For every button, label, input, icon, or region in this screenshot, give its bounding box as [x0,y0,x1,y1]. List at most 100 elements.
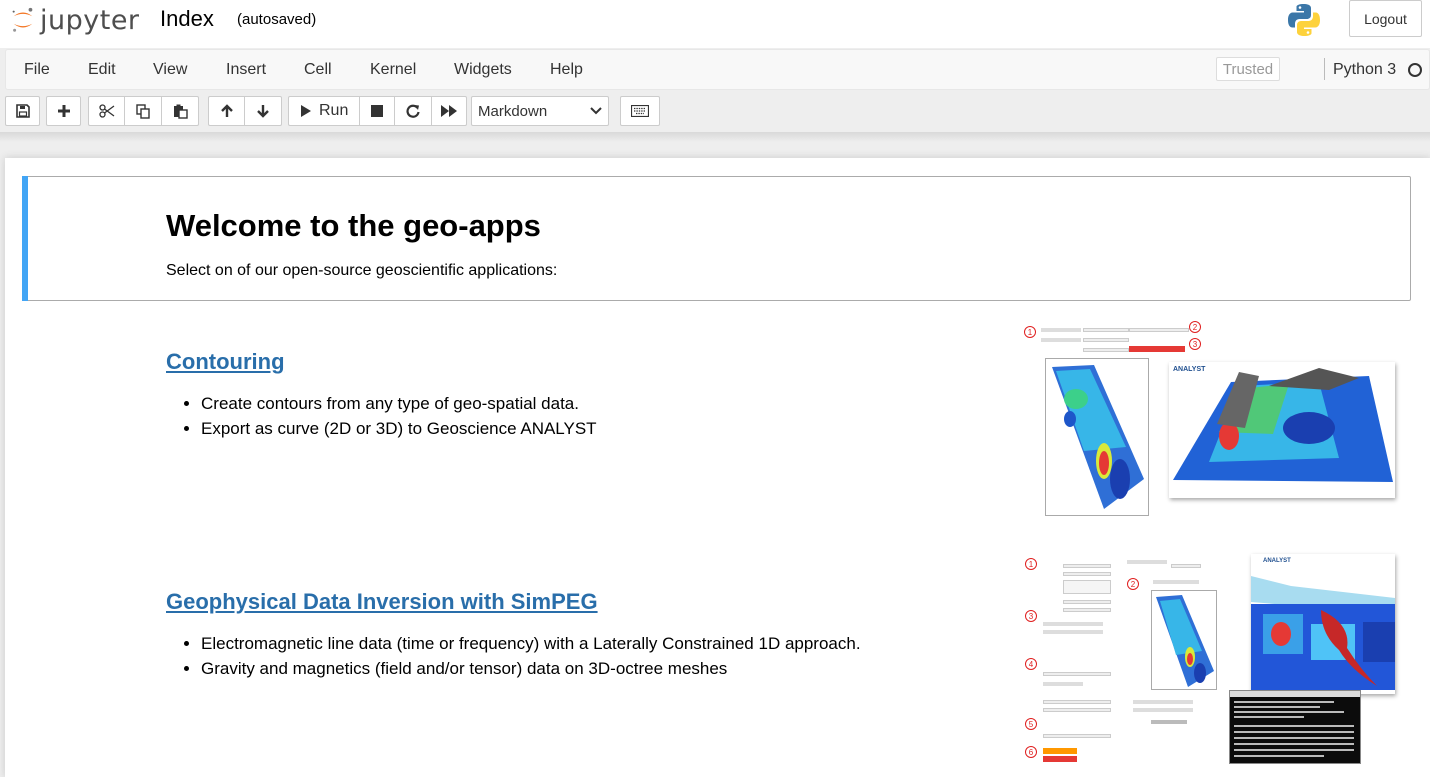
simpeg-thumbnail[interactable]: 1 3 4 5 6 2 ANALYST [1023,554,1395,769]
widget-label-placeholder [1133,708,1193,712]
run-all-button[interactable] [431,96,467,126]
inversion-map-graphic [1156,595,1214,687]
save-button[interactable] [5,96,40,126]
dropdown-placeholder [1043,672,1111,676]
menubar: File Edit View Insert Cell Kernel Widget… [5,49,1430,90]
paste-icon [173,104,188,119]
kernel-divider [1324,58,1325,80]
step-number: 2 [1127,578,1139,590]
page-subtitle: Select on of our open-source geoscientif… [166,262,558,279]
logout-button[interactable]: Logout [1349,0,1422,37]
contouring-thumbnail[interactable]: 1 2 3 ANALYST [1023,316,1395,526]
trusted-indicator[interactable]: Trusted [1216,57,1280,81]
cut-button[interactable] [88,96,125,126]
dropdown-placeholder [1043,708,1111,712]
menu-cell[interactable]: Cell [304,61,332,79]
simpeg-features: Electromagnetic line data (time or frequ… [201,631,861,681]
keyboard-icon [631,105,649,117]
contour-3d-graphic [1173,368,1393,482]
insert-cell-button[interactable] [46,96,81,126]
terminal-titlebar [1230,691,1360,697]
step-number: 3 [1025,610,1037,622]
menu-help[interactable]: Help [550,61,583,79]
step-number: 1 [1024,326,1036,338]
notebook-container: Welcome to the geo-apps Select on of our… [5,158,1430,777]
list-item: Create contours from any type of geo-spa… [201,391,597,416]
step-number: 3 [1189,338,1201,350]
write-input-button-thumb [1043,748,1077,754]
terminal-line [1234,755,1324,757]
menu-edit[interactable]: Edit [88,61,116,79]
dropdown-placeholder [1043,700,1111,704]
scissors-icon [98,104,114,118]
dropdown-placeholder [1083,328,1129,332]
inversion-terminal-thumb [1229,690,1361,764]
jupyter-logo[interactable]: jupyter [10,4,140,36]
move-up-button[interactable] [208,96,245,126]
menu-file[interactable]: File [24,61,50,79]
list-placeholder [1063,580,1111,594]
step-number: 4 [1025,658,1037,670]
widget-label-placeholder [1133,700,1193,704]
text-field-placeholder [1171,564,1201,568]
step-number: 1 [1025,558,1037,570]
invert-button-thumb [1043,756,1077,762]
terminal-line [1234,716,1304,718]
terminal-line [1234,711,1344,713]
run-label: Run [319,102,349,119]
move-down-button[interactable] [244,96,282,126]
terminal-line [1234,701,1334,703]
toolbar: Run Markdown [0,92,1430,132]
terminal-line [1234,749,1354,751]
menu-widgets[interactable]: Widgets [454,61,512,79]
widget-label-placeholder [1041,338,1081,342]
inversion-3d-graphic [1251,554,1395,694]
arrow-up-icon [220,104,233,117]
widget-label-placeholder [1041,328,1081,332]
analyst-brand: ANALYST [1263,558,1291,564]
logo-text: jupyter [40,4,140,36]
simpeg-inversion-link[interactable]: Geophysical Data Inversion with SimPEG [166,589,598,615]
copy-button[interactable] [124,96,162,126]
inversion-3d-render [1251,554,1395,694]
notebook-name[interactable]: Index [160,6,214,32]
compute-button-placeholder [1151,720,1187,724]
fast-forward-icon [441,105,457,117]
contouring-link[interactable]: Contouring [166,349,285,375]
dropdown-placeholder [1043,734,1111,738]
inversion-map-plot [1151,590,1217,690]
interrupt-button[interactable] [359,96,395,126]
chevron-down-icon [590,107,602,115]
cell-type-select[interactable]: Markdown [471,96,609,126]
arrow-down-icon [257,105,269,118]
menu-view[interactable]: View [153,61,187,79]
kernel-name: Python 3 [1333,61,1397,78]
step-number: 2 [1189,321,1201,333]
contouring-features: Create contours from any type of geo-spa… [201,391,597,441]
toolbar-shadow [0,132,1430,142]
menu-insert[interactable]: Insert [226,61,266,79]
export-button-thumb [1129,346,1185,352]
header: jupyter Index (autosaved) Logout [0,0,1430,48]
terminal-line [1234,737,1354,739]
restart-icon [406,104,420,118]
analyst-brand: ANALYST [1173,366,1206,373]
step-number: 5 [1025,718,1037,730]
plus-icon [57,105,70,117]
list-item: Export as curve (2D or 3D) to Geoscience… [201,416,597,441]
python-logo-icon [1288,4,1320,36]
terminal-line [1234,706,1320,708]
command-palette-button[interactable] [620,96,660,126]
kernel-idle-icon [1408,63,1422,77]
menu-kernel[interactable]: Kernel [370,61,416,79]
play-icon [301,105,311,117]
contour-3d-render [1169,362,1395,498]
widget-label-placeholder [1043,630,1103,634]
run-button[interactable]: Run [288,96,360,126]
terminal-line [1234,725,1354,727]
widget-label-placeholder [1043,622,1103,626]
list-item: Electromagnetic line data (time or frequ… [201,631,861,656]
paste-button[interactable] [161,96,199,126]
dropdown-placeholder [1063,564,1111,568]
restart-button[interactable] [394,96,432,126]
